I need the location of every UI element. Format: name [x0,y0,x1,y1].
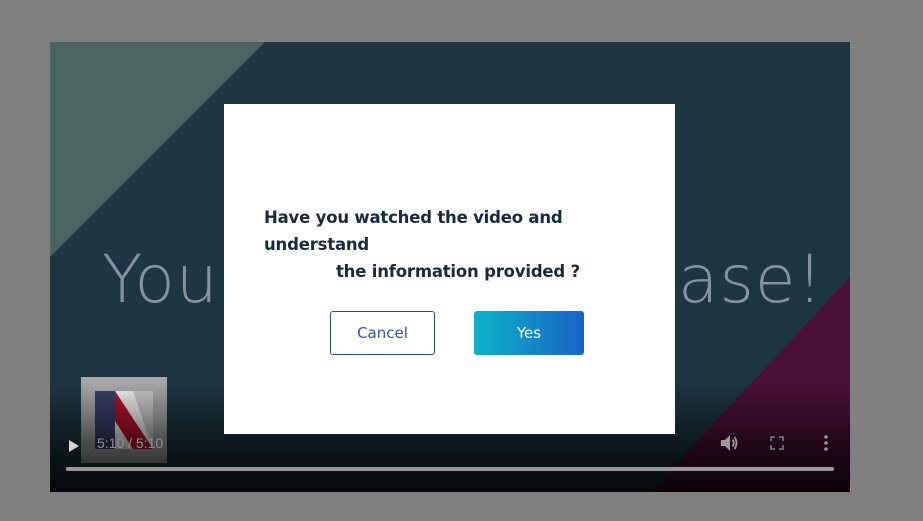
video-progress-bar[interactable] [66,467,834,471]
confirmation-dialog: Have you watched the video and understan… [224,104,675,434]
video-title-left: You [102,241,219,318]
dialog-message-line-3: the information provided ? [336,262,580,281]
dialog-message: Have you watched the video and understan… [264,204,580,285]
play-icon[interactable] [68,437,80,452]
volume-icon[interactable] [720,434,738,452]
time-readout: 5:10 / 5:10 [97,435,164,451]
yes-button[interactable]: Yes [474,311,584,355]
dialog-message-line-2: understand [264,235,370,254]
video-title-right: ase! [678,241,824,318]
more-vertical-icon[interactable] [820,434,832,452]
dialog-message-line-1: Have you watched the video and [264,208,563,227]
cancel-button[interactable]: Cancel [330,311,435,355]
fullscreen-icon[interactable] [770,435,784,450]
video-progress-fill [66,467,834,471]
